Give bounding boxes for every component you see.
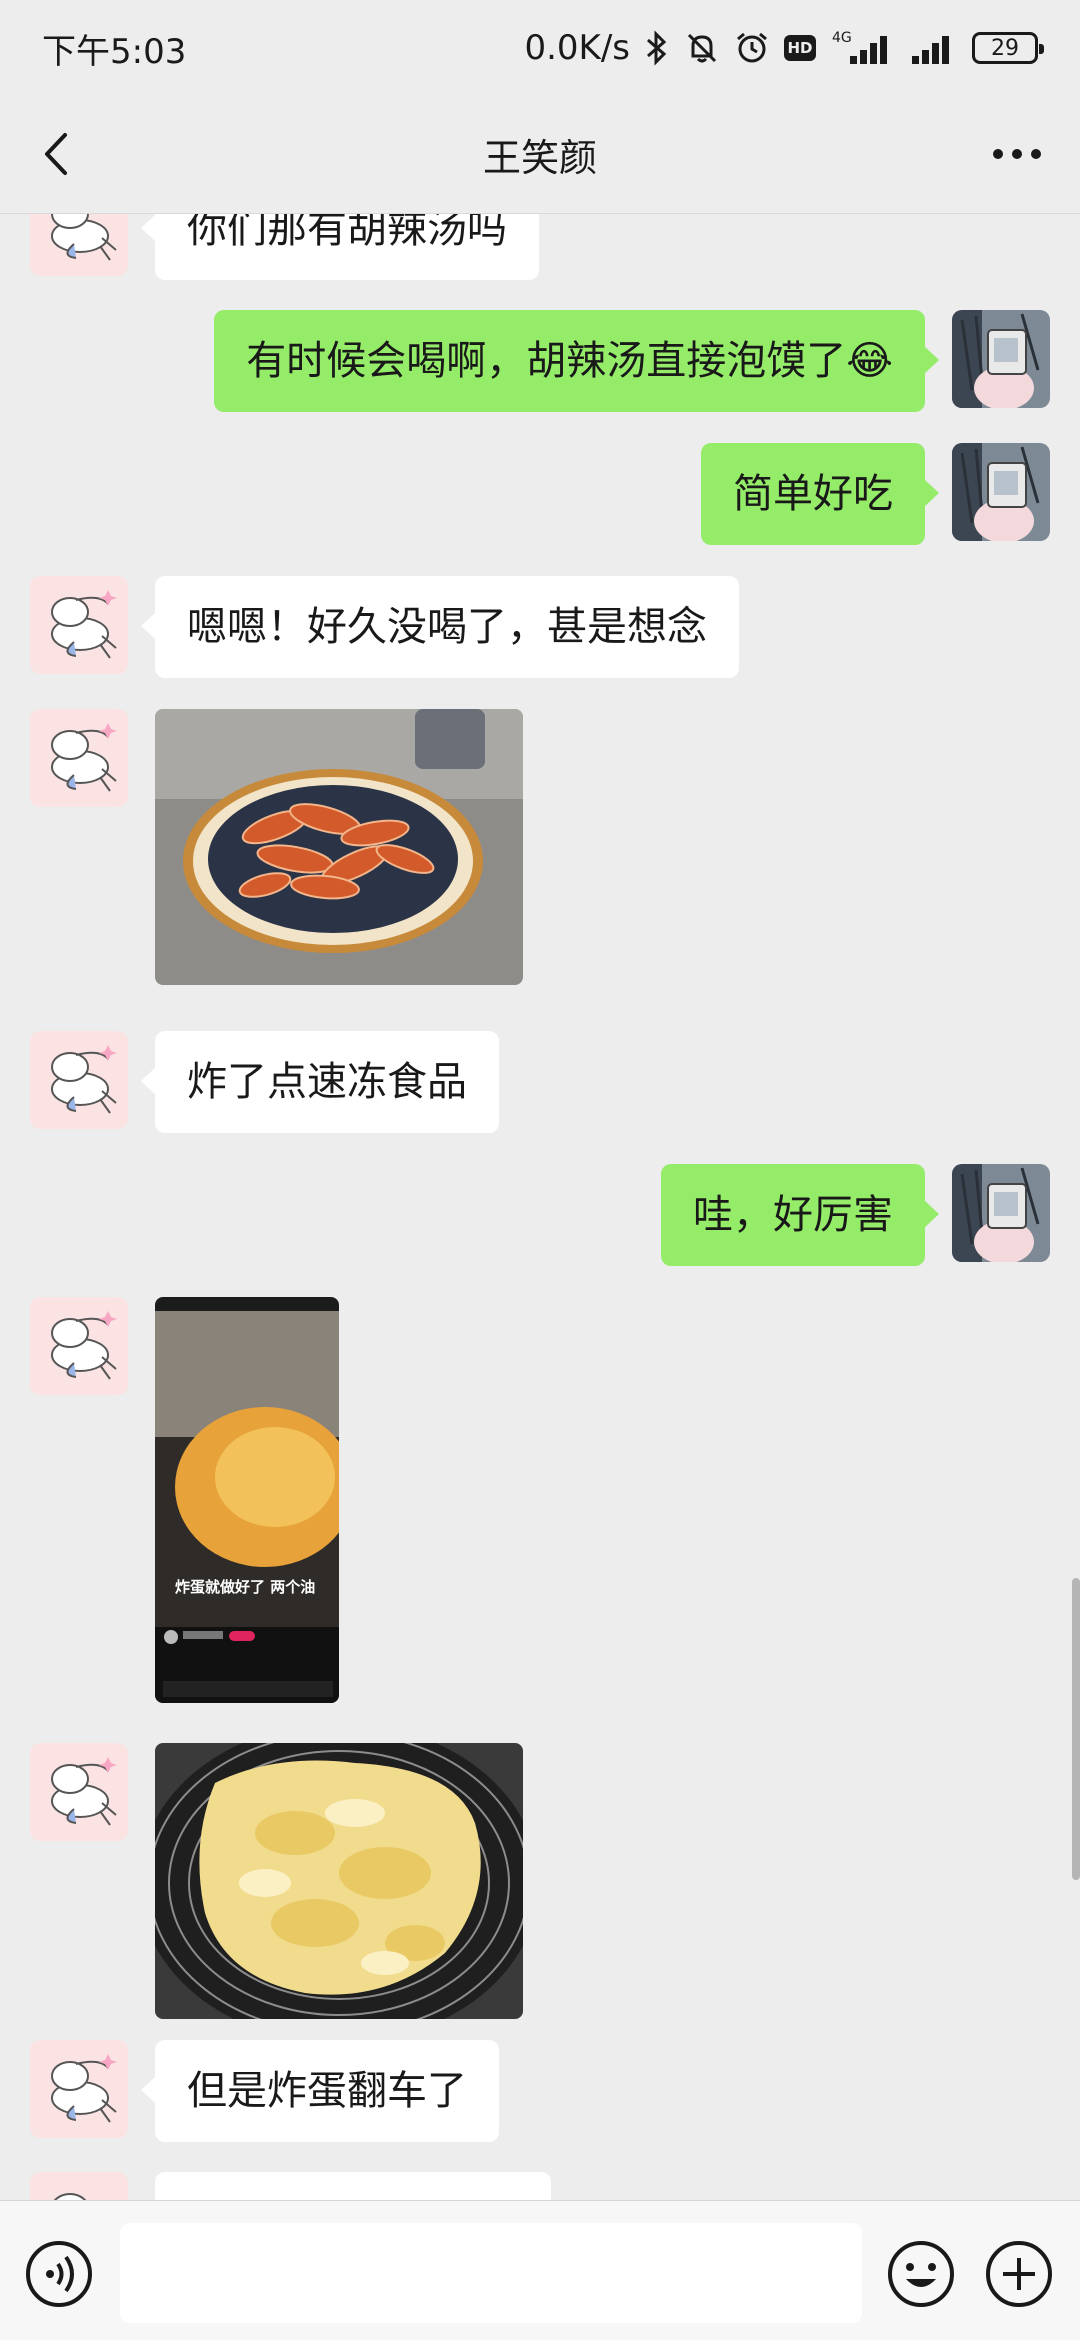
contact-avatar[interactable] — [30, 214, 128, 276]
contact-avatar[interactable] — [30, 1743, 128, 1841]
voice-button[interactable] — [24, 2239, 94, 2309]
contact-avatar[interactable] — [30, 576, 128, 674]
input-bar — [0, 2200, 1080, 2340]
mute-bell-icon — [684, 30, 720, 66]
more-options-button[interactable] — [982, 126, 1052, 182]
message-bubble[interactable]: 简单好吃 — [701, 443, 939, 545]
contact-avatar[interactable] — [30, 1297, 128, 1395]
network-speed: 0.0K/s — [524, 28, 630, 68]
svg-text:炸蛋就做好了 两个油: 炸蛋就做好了 两个油 — [175, 1578, 315, 1596]
message-input[interactable] — [120, 2223, 862, 2323]
status-bar: 下午5:03 0.0K/s HD 4G 29 — [0, 0, 1080, 96]
video-screenshot[interactable]: 炸蛋就做好了 两个油 — [155, 1297, 339, 1703]
signal-4g-icon: 4G — [830, 28, 896, 68]
fried-egg-photo[interactable] — [155, 1743, 523, 2019]
svg-text:4G: 4G — [832, 30, 852, 46]
my-avatar[interactable] — [952, 310, 1050, 408]
bluetooth-icon — [644, 30, 670, 66]
more-dots-icon — [993, 149, 1041, 159]
contact-avatar[interactable] — [30, 709, 128, 807]
emoji-button[interactable] — [886, 2239, 956, 2309]
message-bubble[interactable]: 炸了点速冻食品 — [141, 1031, 499, 1133]
voice-icon — [26, 2241, 92, 2307]
chat-header: 王笑颜 — [0, 96, 1080, 214]
message-bubble[interactable]: 嗯嗯！好久没喝了，甚是想念 — [141, 576, 739, 678]
my-avatar[interactable] — [952, 1164, 1050, 1262]
back-button[interactable] — [28, 126, 84, 182]
message-list[interactable]: 你们那有胡辣汤吗 有时候会喝啊，胡辣汤直接泡馍了😂 简单好吃 嗯嗯！好久没喝了，… — [0, 214, 1080, 2200]
contact-avatar[interactable] — [30, 1031, 128, 1129]
my-avatar[interactable] — [952, 443, 1050, 541]
alarm-icon — [734, 30, 770, 66]
message-bubble[interactable] — [155, 2172, 551, 2200]
fried-chicken-photo[interactable] — [155, 709, 523, 985]
message-bubble[interactable]: 有时候会喝啊，胡辣汤直接泡馍了😂 — [214, 310, 939, 412]
plus-icon — [986, 2241, 1052, 2307]
hd-badge: HD — [784, 35, 816, 61]
contact-avatar[interactable] — [30, 2040, 128, 2138]
battery-indicator: 29 — [972, 32, 1044, 64]
emoji-icon — [888, 2241, 954, 2307]
message-bubble[interactable]: 你们那有胡辣汤吗 — [141, 214, 539, 280]
message-bubble[interactable]: 哇，好厉害 — [661, 1164, 939, 1266]
chat-title: 王笑颜 — [482, 136, 597, 180]
scrollbar[interactable] — [1072, 1578, 1080, 1880]
status-time: 下午5:03 — [42, 31, 187, 72]
more-functions-button[interactable] — [984, 2239, 1054, 2309]
signal-icon — [910, 28, 958, 68]
contact-avatar[interactable] — [30, 2172, 128, 2200]
message-bubble[interactable]: 但是炸蛋翻车了 — [141, 2040, 499, 2142]
status-icons: 0.0K/s HD 4G 29 — [524, 28, 1044, 68]
chevron-left-icon — [45, 133, 67, 175]
